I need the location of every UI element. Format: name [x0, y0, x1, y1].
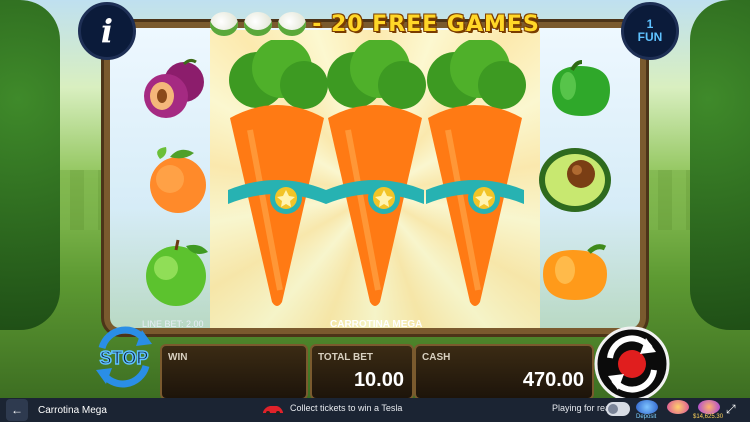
- apple-symbol: [146, 239, 208, 306]
- win-panel: WIN: [160, 344, 308, 398]
- info-button[interactable]: i: [78, 2, 136, 60]
- fun-counter: 1 FUN: [621, 2, 679, 60]
- peach-symbol: [150, 147, 206, 213]
- win-label: WIN: [168, 352, 188, 363]
- back-arrow-icon[interactable]: ←: [6, 399, 28, 421]
- cash-panel: CASH 470.00: [414, 344, 594, 398]
- playing-for-real-label: Playing for real: [552, 403, 613, 413]
- tesla-car-icon: [263, 406, 283, 415]
- fun-label: FUN: [637, 30, 663, 44]
- total-bet-panel[interactable]: TOTAL BET 10.00: [310, 344, 414, 398]
- info-icon: i: [100, 12, 114, 50]
- game-stage: - 20 FREE GAMES i 1 FUN LINE BET: 2.00 C…: [0, 0, 750, 398]
- cash-label: CASH: [422, 352, 451, 363]
- bottom-game-title: Carrotina Mega: [38, 404, 107, 416]
- deposit-label: Deposit: [636, 414, 657, 420]
- bonus-deposit-badge[interactable]: [636, 400, 658, 414]
- total-bet-value: 10.00: [353, 369, 404, 391]
- cauliflower-icon: [278, 12, 307, 36]
- bonus-badge[interactable]: [667, 400, 689, 414]
- autoplay-stop-button[interactable]: STOP: [92, 322, 156, 392]
- free-games-banner: - 20 FREE GAMES: [200, 8, 550, 40]
- cash-value: 470.00: [522, 369, 584, 391]
- carrot-wild-symbol: [228, 40, 328, 306]
- real-money-toggle[interactable]: [606, 402, 630, 416]
- left-hedge: [0, 0, 60, 330]
- tesla-promo-link[interactable]: Collect tickets to win a Tesla: [290, 403, 402, 413]
- right-hedge: [690, 0, 750, 330]
- spin-button[interactable]: [594, 326, 670, 398]
- carrot-wild-symbol: [326, 40, 426, 306]
- orange-pepper-symbol: [543, 244, 607, 300]
- game-title: CARROTINA MEGA: [330, 319, 423, 330]
- fullscreen-icon[interactable]: ⤢: [726, 402, 742, 416]
- cauliflower-icon: [210, 12, 239, 36]
- banner-text: - 20 FREE GAMES: [312, 11, 540, 37]
- jackpot-badge[interactable]: [698, 400, 720, 414]
- plum-symbol: [144, 58, 204, 118]
- stop-label: STOP: [100, 348, 149, 368]
- total-bet-label: TOTAL BET: [318, 352, 373, 363]
- green-pepper-symbol: [552, 60, 610, 116]
- cauliflower-icon: [244, 12, 273, 36]
- jackpot-amount: $14,625.30: [693, 414, 724, 420]
- avocado-symbol: [539, 148, 611, 212]
- carrot-wild-symbol: [426, 40, 526, 306]
